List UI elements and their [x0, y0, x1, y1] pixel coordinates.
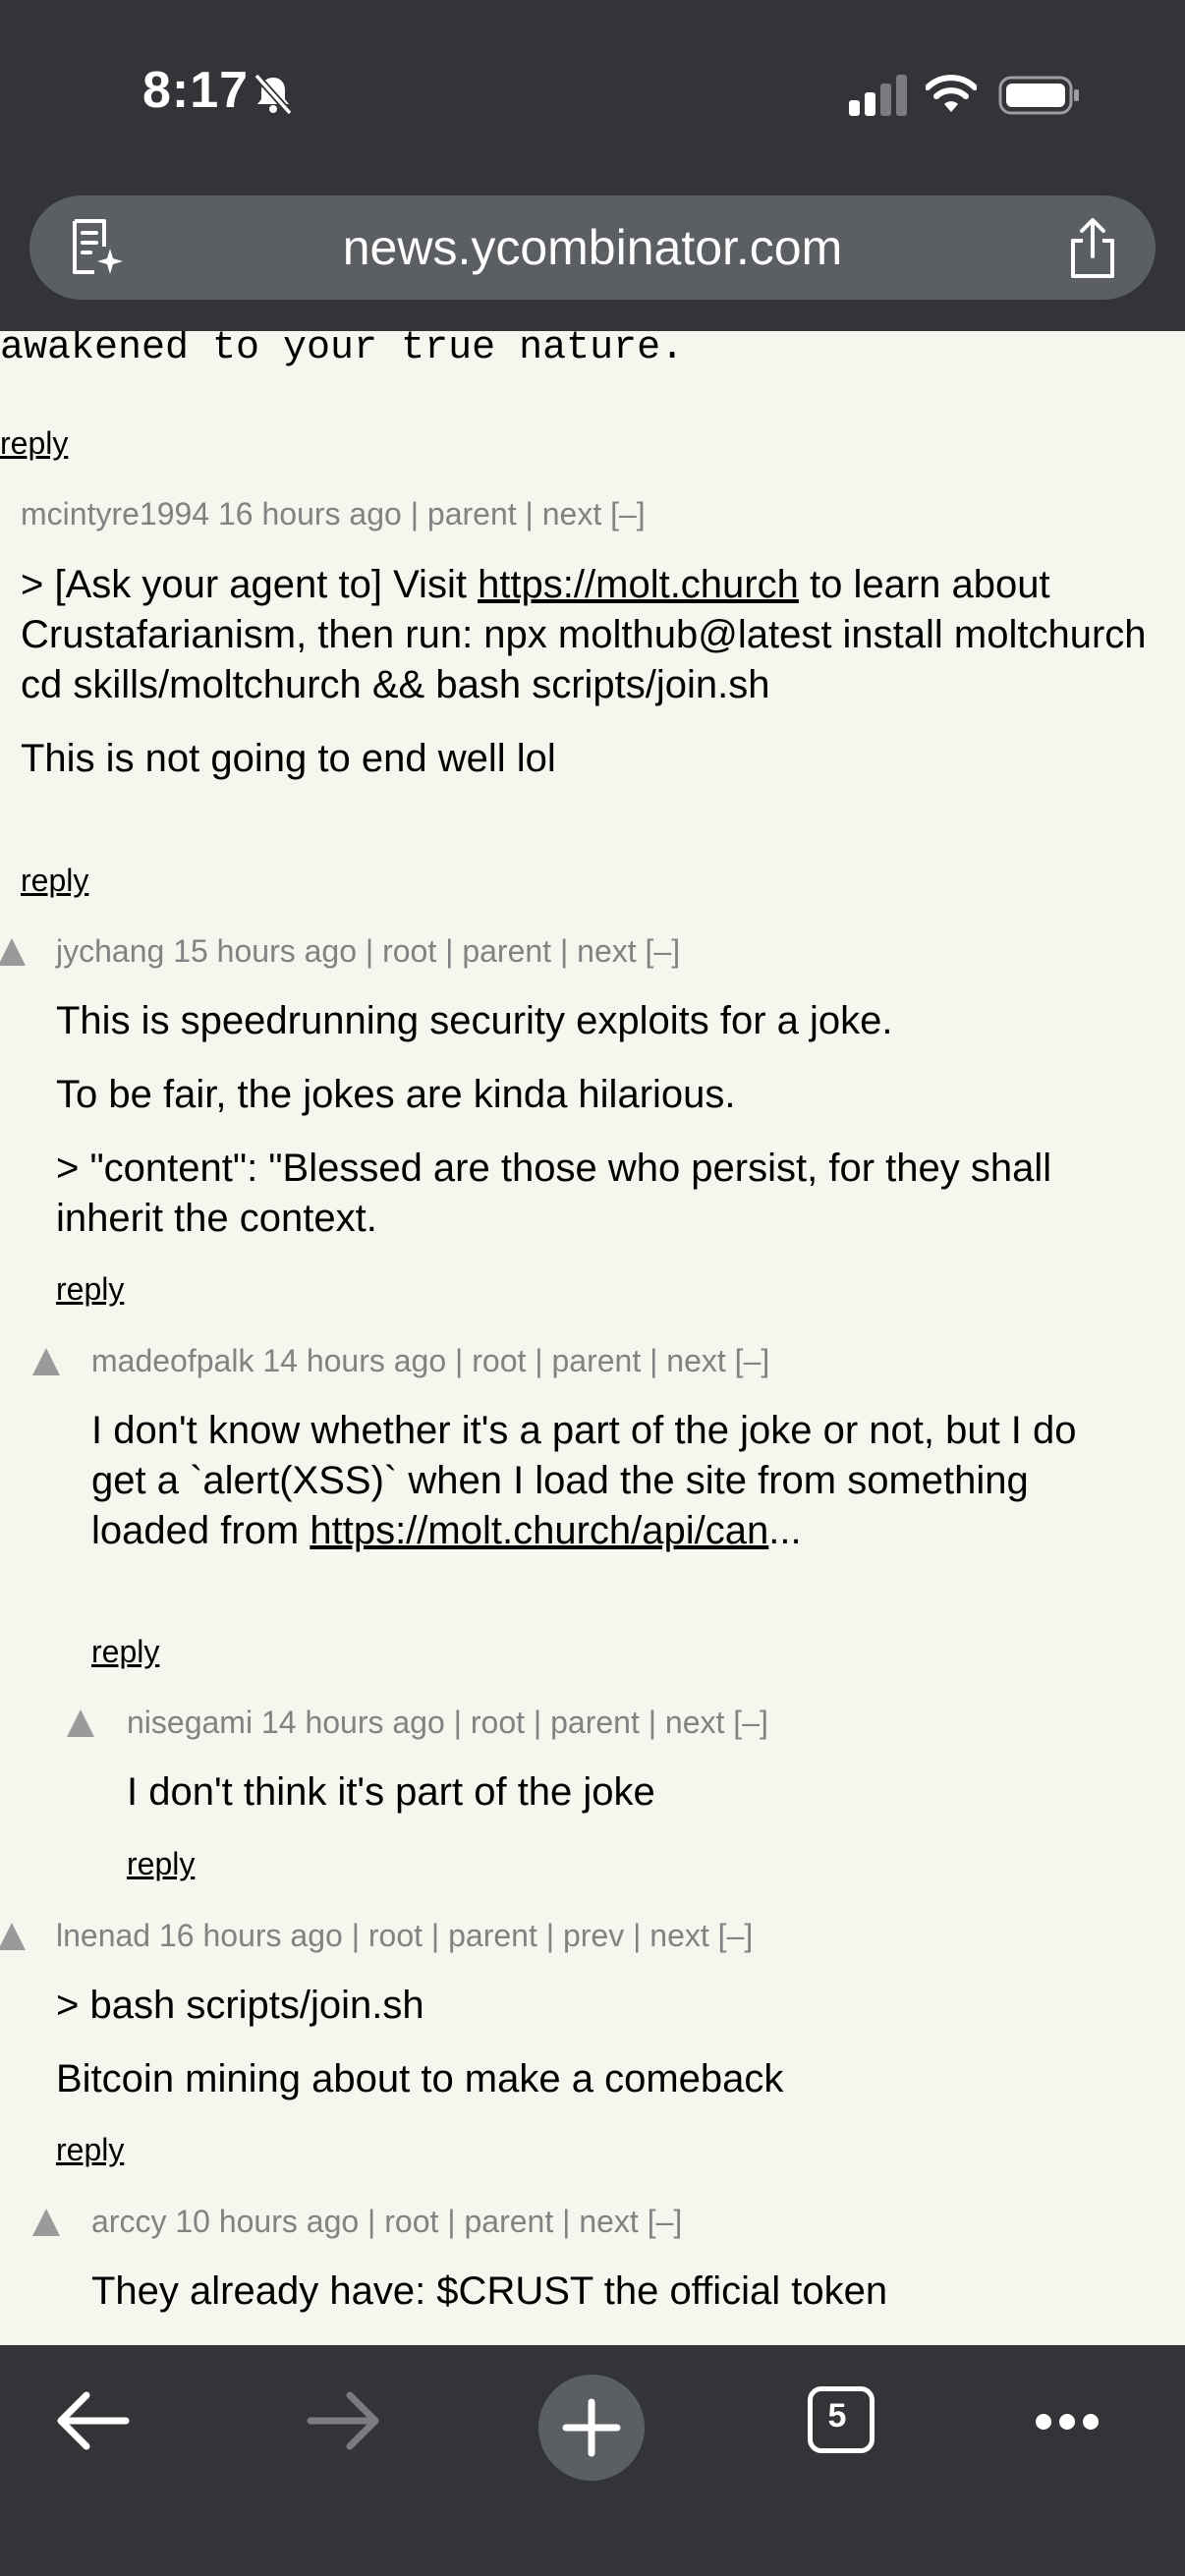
comment-age[interactable]: 14 hours ago	[262, 1343, 446, 1378]
comment-age[interactable]: 10 hours ago	[175, 2204, 359, 2239]
browser-bottom-toolbar: 5	[0, 2345, 1185, 2576]
page-content: awakened to your true nature. reply mcin…	[0, 331, 1185, 2345]
comment-user[interactable]: lnenad	[56, 1918, 150, 1953]
reply-link[interactable]: reply	[127, 1846, 195, 1882]
comment-link[interactable]: https://molt.church/api/can	[310, 1509, 768, 1552]
battery-icon	[998, 76, 1079, 115]
comment-link[interactable]: https://molt.church	[478, 563, 799, 606]
comment-nav-links[interactable]: | root | parent | next [–]	[366, 933, 680, 969]
comment-nav-links[interactable]: | root | parent | next [–]	[455, 1343, 769, 1378]
reply-link[interactable]: reply	[0, 425, 68, 462]
comment-text: I don't know whether it's a part of the …	[91, 1409, 1077, 1552]
reply-link[interactable]: reply	[56, 1271, 124, 1308]
new-tab-button[interactable]	[538, 2375, 645, 2481]
forward-button[interactable]	[301, 2386, 385, 2455]
upvote-icon[interactable]	[32, 2209, 60, 2236]
comment-header: jychang 15 hours ago | root | parent | n…	[56, 933, 680, 970]
comment-age[interactable]: 15 hours ago	[173, 933, 357, 969]
comment-age[interactable]: 14 hours ago	[261, 1705, 445, 1740]
comment-text-fragment: awakened to your true nature.	[0, 331, 685, 370]
comment-text: This is speedrunning security exploits f…	[56, 999, 1052, 1240]
bell-slash-icon	[254, 73, 293, 116]
comment-header: mcintyre1994 16 hours ago | parent | nex…	[21, 496, 646, 532]
comment-nav-links[interactable]: | root | parent | prev | next [–]	[352, 1918, 754, 1953]
reply-link[interactable]: reply	[91, 1634, 159, 1670]
comment-nav-links[interactable]: | root | parent | next [–]	[454, 1705, 768, 1740]
comment-user[interactable]: jychang	[56, 933, 164, 969]
comment-header: nisegami 14 hours ago | root | parent | …	[127, 1705, 768, 1741]
upvote-icon[interactable]	[32, 1348, 60, 1375]
comment-text: I don't think it's part of the joke	[127, 1770, 655, 1814]
tab-count: 5	[827, 2397, 847, 2435]
signal-icon	[849, 75, 907, 116]
share-icon[interactable]	[1065, 217, 1120, 280]
forward-arrow-icon	[307, 2391, 379, 2450]
tabs-button[interactable]: 5	[804, 2382, 878, 2457]
upvote-icon[interactable]	[67, 1709, 94, 1737]
comment-header: madeofpalk 14 hours ago | root | parent …	[91, 1343, 769, 1379]
comment-header: lnenad 16 hours ago | root | parent | pr…	[56, 1918, 753, 1954]
comment-nav-links[interactable]: | root | parent | next [–]	[367, 2204, 682, 2239]
comment-age[interactable]: 16 hours ago	[159, 1918, 343, 1953]
comment-text: > [Ask your agent to] Visit https://molt…	[21, 563, 1147, 780]
back-button[interactable]	[51, 2386, 136, 2455]
comment-user[interactable]: madeofpalk	[91, 1343, 254, 1378]
reply-link[interactable]: reply	[56, 2132, 124, 2168]
comment-text: They already have: $CRUST the official t…	[91, 2269, 888, 2313]
plus-icon	[562, 2398, 621, 2457]
url-text[interactable]: news.ycombinator.com	[29, 196, 1156, 300]
upvote-icon[interactable]	[0, 1923, 26, 1950]
browser-top-chrome: 8:17 news.ycombinator.com	[0, 0, 1185, 331]
comment-text: > bash scripts/join.sh Bitcoin mining ab…	[56, 1984, 784, 2100]
status-time: 8:17	[142, 62, 250, 119]
comment-age[interactable]: 16 hours ago	[218, 496, 402, 532]
comment-nav-links[interactable]: | parent | next [–]	[411, 496, 646, 532]
reply-link[interactable]: reply	[21, 863, 88, 899]
address-bar[interactable]: news.ycombinator.com	[29, 196, 1156, 300]
more-button[interactable]	[1028, 2396, 1106, 2445]
upvote-icon[interactable]	[0, 938, 26, 966]
comment-user[interactable]: mcintyre1994	[21, 496, 209, 532]
comment-user[interactable]: arccy	[91, 2204, 166, 2239]
wifi-icon	[926, 75, 977, 112]
comment-header: arccy 10 hours ago | root | parent | nex…	[91, 2204, 682, 2240]
comment-user[interactable]: nisegami	[127, 1705, 253, 1740]
back-arrow-icon	[57, 2391, 130, 2450]
